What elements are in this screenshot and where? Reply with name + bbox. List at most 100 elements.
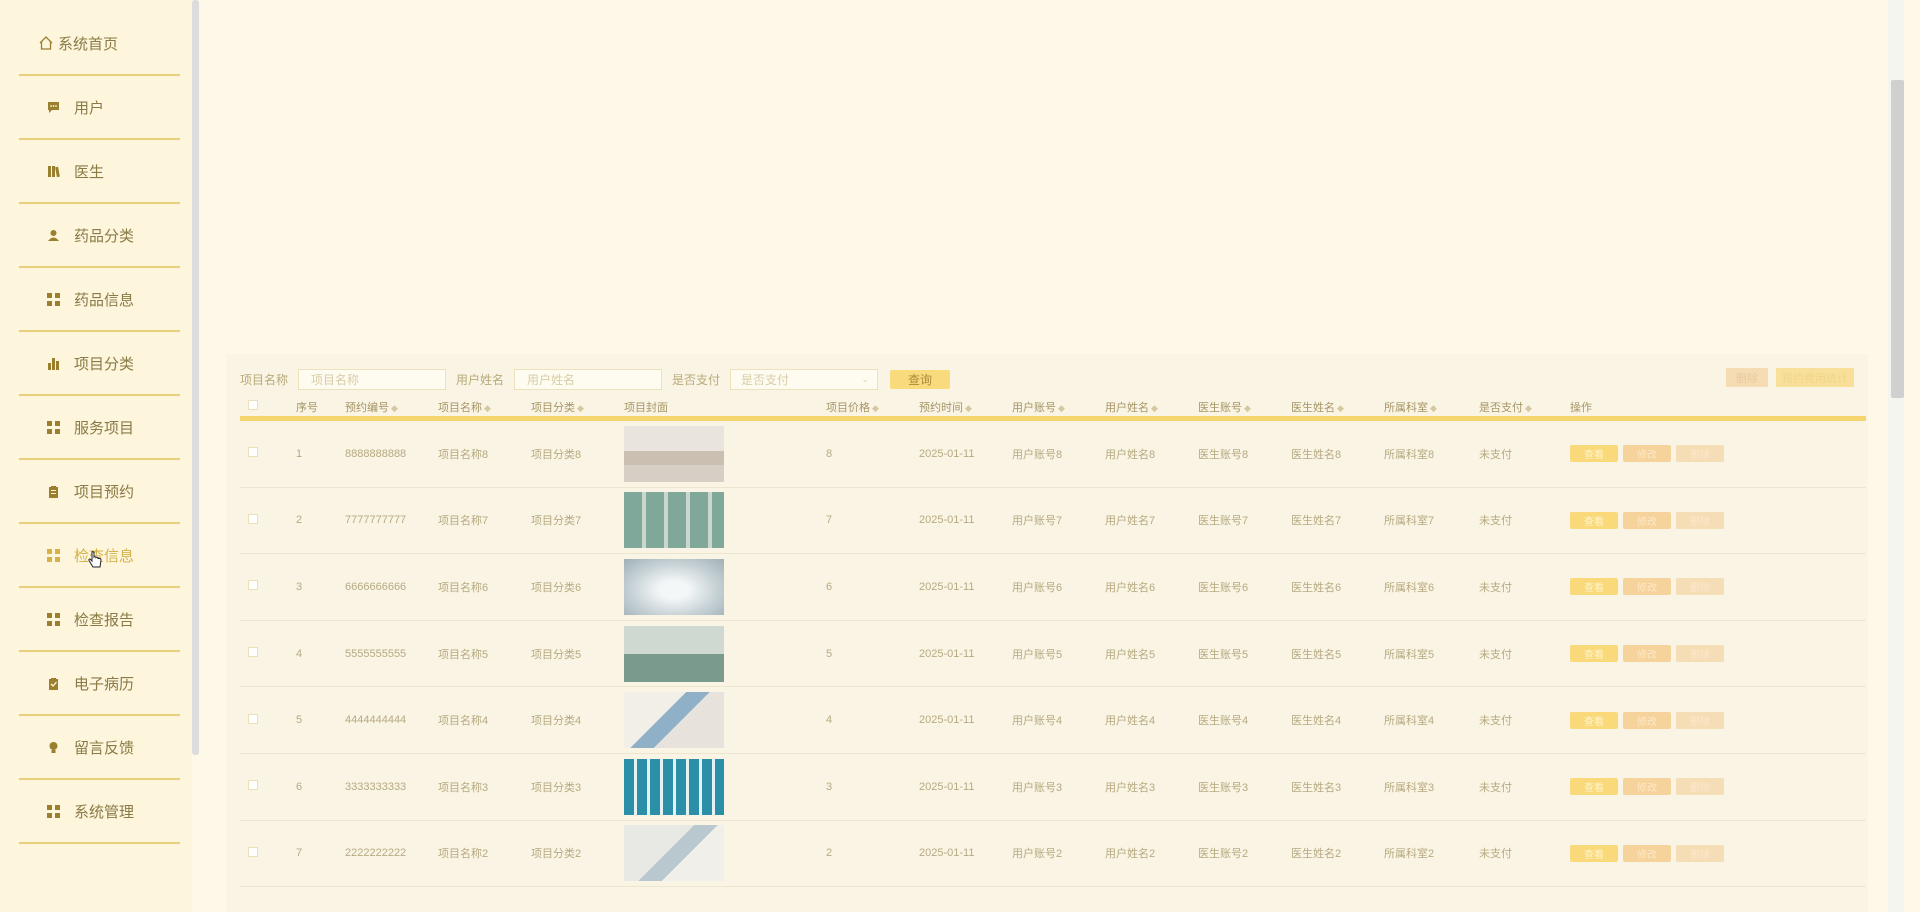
sidebar-item-drug-info[interactable]: 药品信息 — [19, 268, 180, 332]
sidebar-item-system[interactable]: 系统管理 — [19, 780, 180, 844]
header-cell[interactable]: 预约时间 ◆ — [919, 399, 1012, 415]
delete-button[interactable]: 删除 — [1676, 445, 1724, 463]
sidebar-item-service[interactable]: 服务项目 — [19, 396, 180, 460]
sort-icon: ◆ — [1151, 402, 1158, 413]
project-cover-image[interactable] — [624, 825, 724, 882]
row-checkbox[interactable] — [248, 780, 258, 791]
header-cell[interactable]: 用户姓名 ◆ — [1105, 399, 1198, 415]
grid-icon — [46, 548, 60, 562]
sidebar-scrollbar[interactable] — [192, 0, 199, 755]
cell-paid-status: 未支付 — [1479, 648, 1512, 661]
header-cell[interactable]: 预约编号 ◆ — [345, 399, 438, 415]
project-cover-image[interactable] — [624, 625, 724, 682]
header-cell[interactable]: 所属科室 ◆ — [1384, 399, 1479, 415]
sidebar-item-user[interactable]: 用户 — [19, 76, 180, 140]
view-button[interactable]: 查看 — [1570, 578, 1618, 596]
appointment-table: 序号 预约编号 ◆ 项目名称 ◆ 项目分类 ◆ 项目封面 项目价格 ◆ 预约时间 ◆ 用户… — [240, 397, 1866, 888]
sort-icon: ◆ — [391, 402, 398, 413]
header-cell[interactable]: 项目分类 ◆ — [531, 399, 624, 415]
view-button[interactable]: 查看 — [1570, 778, 1618, 796]
row-actions: 查看 修改 删除 — [1570, 578, 1724, 596]
cell-no: 1 — [296, 447, 303, 460]
cell-user-name: 用户姓名5 — [1105, 648, 1156, 661]
book-icon — [46, 164, 60, 178]
sidebar-item-label: 检查报告 — [74, 611, 135, 629]
cell-department: 所属科室4 — [1384, 715, 1435, 728]
cell-time: 2025-01-11 — [919, 580, 975, 593]
edit-button[interactable]: 修改 — [1623, 445, 1671, 463]
cell-no: 2 — [296, 514, 303, 527]
project-cover-image[interactable] — [624, 558, 724, 615]
fee-statistics-button[interactable]: 预约费用统计 — [1776, 368, 1854, 387]
view-button[interactable]: 查看 — [1570, 445, 1618, 463]
project-cover-image[interactable] — [624, 758, 724, 815]
header-cell[interactable]: 项目名称 ◆ — [438, 399, 531, 415]
select-all-checkbox[interactable] — [248, 400, 258, 410]
delete-button[interactable]: 删除 — [1676, 844, 1724, 862]
edit-button[interactable]: 修改 — [1623, 844, 1671, 862]
edit-button[interactable]: 修改 — [1623, 511, 1671, 529]
cell-project-category: 项目分类4 — [531, 715, 582, 728]
appointment-list-card: 项目名称 项目名称 用户姓名 用户姓名 是否支付 是否支付 ⌄ 查询 删除 预约… — [226, 354, 1868, 912]
paid-select[interactable]: 是否支付 ⌄ — [730, 368, 879, 390]
view-button[interactable]: 查看 — [1570, 645, 1618, 663]
delete-button[interactable]: 删除 — [1676, 645, 1724, 663]
cell-user-account: 用户账号5 — [1012, 648, 1063, 661]
header-cell[interactable]: 用户账号 ◆ — [1012, 399, 1105, 415]
home-icon — [38, 36, 54, 50]
cell-project-category: 项目分类8 — [531, 448, 582, 461]
edit-button[interactable]: 修改 — [1623, 645, 1671, 663]
row-checkbox[interactable] — [248, 713, 258, 724]
cell-doctor-name: 医生姓名6 — [1291, 581, 1342, 594]
cell-no: 6 — [296, 780, 303, 793]
project-name-input[interactable]: 项目名称 — [298, 368, 447, 390]
cell-code: 7777777777 — [345, 514, 407, 527]
cell-time: 2025-01-11 — [919, 647, 975, 660]
cell-department: 所属科室6 — [1384, 581, 1435, 594]
sidebar-item-label: 电子病历 — [74, 675, 135, 693]
sidebar-item-appointment[interactable]: 项目预约 — [19, 460, 180, 524]
project-cover-image[interactable] — [624, 692, 724, 749]
edit-button[interactable]: 修改 — [1623, 711, 1671, 729]
sidebar-item-drug-category[interactable]: 药品分类 — [19, 204, 180, 268]
row-checkbox[interactable] — [248, 846, 258, 857]
header-cell[interactable]: 医生账号 ◆ — [1198, 399, 1291, 415]
cell-user-account: 用户账号2 — [1012, 848, 1063, 861]
header-cell[interactable]: 医生姓名 ◆ — [1291, 399, 1384, 415]
delete-button[interactable]: 删除 — [1676, 778, 1724, 796]
user-name-input[interactable]: 用户姓名 — [514, 368, 663, 390]
delete-button[interactable]: 删除 — [1676, 711, 1724, 729]
view-button[interactable]: 查看 — [1570, 511, 1618, 529]
edit-button[interactable]: 修改 — [1623, 578, 1671, 596]
row-checkbox[interactable] — [248, 513, 258, 524]
query-button[interactable]: 查询 — [890, 369, 951, 389]
sidebar-item-feedback[interactable]: 留言反馈 — [19, 716, 180, 780]
header-cell[interactable]: 是否支付 ◆ — [1479, 399, 1570, 415]
sidebar-item-medical-record[interactable]: 电子病历 — [19, 652, 180, 716]
sidebar-item-project-category[interactable]: 项目分类 — [19, 332, 180, 396]
batch-delete-button[interactable]: 删除 — [1726, 368, 1768, 387]
sidebar-item-exam-report[interactable]: 检查报告 — [19, 588, 180, 652]
view-button[interactable]: 查看 — [1570, 844, 1618, 862]
view-button[interactable]: 查看 — [1570, 711, 1618, 729]
delete-button[interactable]: 删除 — [1676, 511, 1724, 529]
project-cover-image[interactable] — [624, 492, 724, 549]
row-checkbox[interactable] — [248, 447, 258, 458]
cell-project-category: 项目分类2 — [531, 848, 582, 861]
row-checkbox[interactable] — [248, 580, 258, 591]
sidebar-item-home[interactable]: 系统首页 — [19, 12, 180, 76]
cell-no: 4 — [296, 647, 303, 660]
header-cell[interactable]: 项目价格 ◆ — [826, 399, 919, 415]
delete-button[interactable]: 删除 — [1676, 578, 1724, 596]
page-scrollbar-thumb[interactable] — [1891, 80, 1904, 398]
edit-button[interactable]: 修改 — [1623, 778, 1671, 796]
cell-project-name: 项目名称3 — [438, 781, 489, 794]
cell-department: 所属科室3 — [1384, 781, 1435, 794]
cell-doctor-account: 医生账号7 — [1198, 515, 1249, 528]
page-scrollbar-track[interactable] — [1888, 0, 1904, 912]
sidebar-item-doctor[interactable]: 医生 — [19, 140, 180, 204]
project-cover-image[interactable] — [624, 425, 724, 482]
row-checkbox[interactable] — [248, 647, 258, 658]
row-actions: 查看 修改 删除 — [1570, 844, 1724, 862]
cell-project-name: 项目名称5 — [438, 648, 489, 661]
